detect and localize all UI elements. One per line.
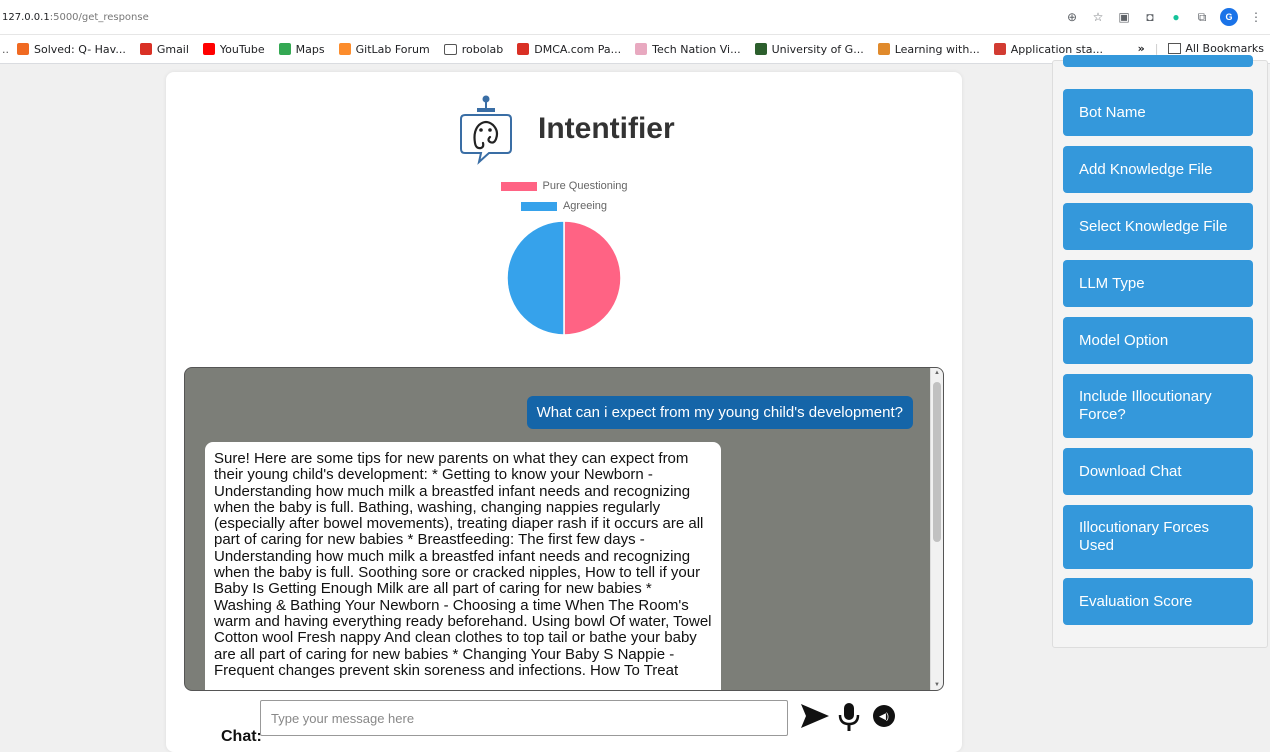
legend-swatch xyxy=(500,181,537,191)
extension-window-icon[interactable]: ◘ xyxy=(1142,9,1158,25)
bookmark-item[interactable]: Application sta... xyxy=(993,42,1104,56)
bookmark-label: robolab xyxy=(461,42,504,56)
main-card: Intentifier Pure Questioning Agreeing Wha… xyxy=(166,72,962,752)
star-icon[interactable]: ☆ xyxy=(1090,9,1106,25)
gmail-icon xyxy=(139,43,152,55)
scrollbar-thumb[interactable] xyxy=(933,382,941,542)
bookmark-label: DMCA.com Pa... xyxy=(534,42,622,56)
folder-icon xyxy=(443,43,457,55)
bookmark-label: GitLab Forum xyxy=(355,42,430,56)
sidebar-button-model-option[interactable]: Model Option xyxy=(1063,317,1253,364)
sidebar-button-evaluation-score[interactable]: Evaluation Score xyxy=(1063,578,1253,625)
bookmark-label: Learning with... xyxy=(894,42,980,56)
bookmark-item[interactable]: DMCA.com Pa... xyxy=(517,43,621,56)
bookmark-label: Maps xyxy=(295,42,325,56)
bookmark-label: YouTube xyxy=(219,42,265,56)
pie-slice[interactable] xyxy=(506,220,565,336)
sidebar-button-bot-name[interactable]: Bot Name xyxy=(1063,89,1253,136)
microphone-icon[interactable] xyxy=(838,702,860,732)
sidebar-button-select-knowledge-file[interactable]: Select Knowledge File xyxy=(1063,203,1253,250)
chat-input[interactable] xyxy=(260,700,788,736)
bookmark-label: Application sta... xyxy=(1010,42,1104,56)
zoom-icon[interactable]: ⊕ xyxy=(1064,9,1080,25)
bookmark-item[interactable]: Learning with... xyxy=(877,42,980,56)
chat-scrollbar[interactable]: ▲ ▼ xyxy=(930,368,943,690)
application-icon xyxy=(993,43,1006,55)
pie-slice[interactable] xyxy=(563,220,622,336)
menu-kebab-icon[interactable]: ⋮ xyxy=(1248,9,1264,25)
sidebar-button-llm-type[interactable]: LLM Type xyxy=(1063,260,1253,307)
browser-url-bar: 127.0.0.1:5000/get_response ⊕ ☆ ▣ ◘ ● ⧉ … xyxy=(0,0,1270,35)
chat-window[interactable]: What can i expect from my young child's … xyxy=(184,367,944,691)
sidebar-button-include-illocutionary-force[interactable]: Include Illocutionary Force? xyxy=(1063,374,1253,438)
bookmark-item[interactable]: Tech Nation Vi... xyxy=(635,43,741,56)
url-path: :5000/get_response xyxy=(49,12,149,23)
tech-nation-icon xyxy=(635,43,648,55)
gitlab-icon xyxy=(338,43,351,55)
all-bookmarks-label: All Bookmarks xyxy=(1185,42,1264,55)
scroll-down-arrow-icon[interactable]: ▼ xyxy=(934,682,940,688)
extension-grammarly-icon[interactable]: ● xyxy=(1168,9,1184,25)
bookmark-item[interactable]: Gmail xyxy=(139,42,189,56)
legend-item[interactable]: Agreeing xyxy=(166,196,962,216)
bookmark-item[interactable]: YouTube xyxy=(202,42,265,56)
bookmark-item[interactable]: Solved: Q- Hav... xyxy=(17,43,126,56)
maps-icon xyxy=(278,43,291,55)
youtube-icon xyxy=(202,43,215,55)
bookmark-item[interactable]: robolab xyxy=(443,42,504,56)
user-message-bubble: What can i expect from my young child's … xyxy=(526,396,913,429)
bookmark-label: Gmail xyxy=(156,42,189,56)
legend-label: Agreeing xyxy=(562,200,608,212)
intent-pie-chart xyxy=(506,220,622,336)
folder-icon xyxy=(1168,43,1182,54)
intentifier-logo-icon xyxy=(460,95,512,165)
profile-avatar[interactable]: G xyxy=(1220,8,1238,26)
scroll-up-arrow-icon[interactable]: ▲ xyxy=(934,370,940,376)
legend-item[interactable]: Pure Questioning xyxy=(166,176,962,196)
university-icon xyxy=(754,43,767,55)
bookmark-label: University of G... xyxy=(771,42,864,56)
all-bookmarks-button[interactable]: All Bookmarks xyxy=(1168,42,1264,55)
browser-actions: ⊕ ☆ ▣ ◘ ● ⧉ G ⋮ xyxy=(1064,8,1264,26)
address-bar[interactable]: 127.0.0.1:5000/get_response xyxy=(2,12,149,23)
bookmark-label: Tech Nation Vi... xyxy=(652,42,741,56)
sidebar-button-add-knowledge-file[interactable]: Add Knowledge File xyxy=(1063,146,1253,193)
url-host: 127.0.0.1 xyxy=(2,12,50,23)
chevron-double-right-icon[interactable]: » xyxy=(1138,42,1145,55)
bookmark-item[interactable]: University of G... xyxy=(754,42,864,56)
legend-label: Pure Questioning xyxy=(542,180,628,192)
bookmarks-overflow-left[interactable]: .. xyxy=(2,43,9,56)
bookmark-item[interactable]: Maps xyxy=(278,42,325,56)
chat-label: Chat: xyxy=(221,728,262,745)
bookmark-item[interactable]: GitLab Forum xyxy=(338,42,430,56)
sidebar-button-illocutionary-forces-used[interactable]: Illocutionary Forces Used xyxy=(1063,505,1253,569)
coursera-icon xyxy=(17,43,29,55)
learning-icon xyxy=(877,43,890,55)
bookmarks-right: » | All Bookmarks xyxy=(1138,42,1264,55)
chart-legend: Pure Questioning Agreeing xyxy=(166,176,962,216)
sidebar-button-download-chat[interactable]: Download Chat xyxy=(1063,448,1253,495)
divider: | xyxy=(1154,42,1159,55)
sidebar-partial-button[interactable] xyxy=(1063,55,1253,67)
bot-message-bubble: Sure! Here are some tips for new parents… xyxy=(205,442,721,690)
send-icon[interactable] xyxy=(800,703,830,729)
app-title: Intentifier xyxy=(538,112,675,145)
extension-shield-icon[interactable]: ▣ xyxy=(1116,9,1132,25)
bookmark-label: Solved: Q- Hav... xyxy=(34,42,126,56)
legend-swatch xyxy=(520,201,557,211)
gmail-icon xyxy=(517,43,530,55)
extensions-puzzle-icon[interactable]: ⧉ xyxy=(1194,9,1210,25)
speaker-icon[interactable]: ◀) xyxy=(873,705,895,727)
settings-sidebar: Bot Name Add Knowledge File Select Knowled… xyxy=(1052,55,1268,648)
